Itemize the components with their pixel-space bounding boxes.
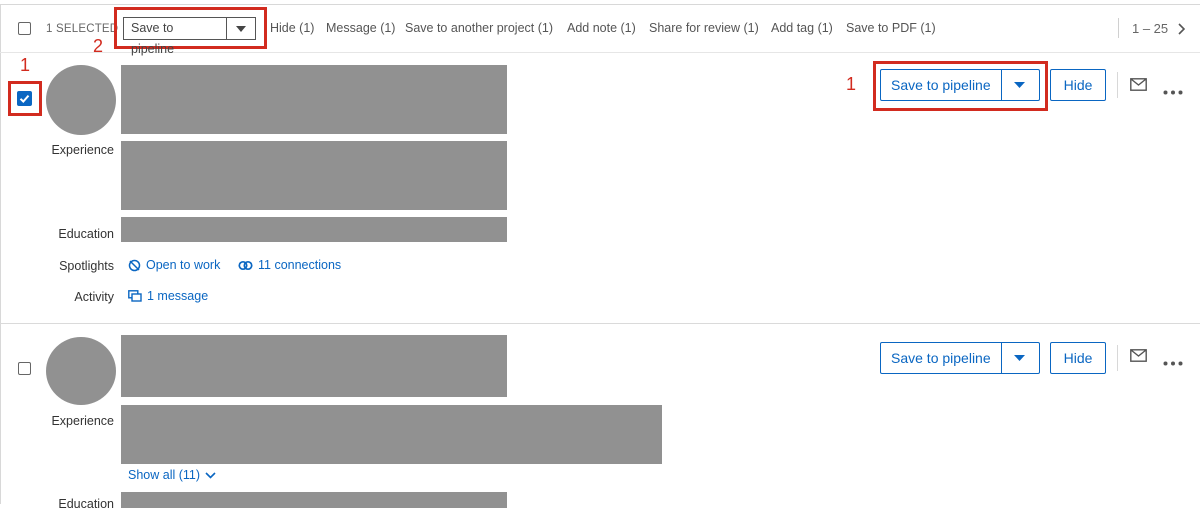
message-activity-label: 1 message bbox=[147, 289, 209, 303]
connections-label: 11 connections bbox=[258, 258, 342, 272]
connections-link[interactable]: 11 connections bbox=[238, 258, 341, 272]
chevron-right-icon bbox=[1178, 23, 1186, 35]
candidate-1-hide-button[interactable]: Hide bbox=[1050, 69, 1106, 101]
pager-range: 1 – 25 bbox=[1132, 21, 1169, 36]
pager-separator bbox=[1118, 18, 1119, 38]
chevron-down-icon bbox=[205, 471, 216, 479]
candidate-1-education-redacted bbox=[121, 217, 507, 242]
candidate-1-spotlights-label: Spotlights bbox=[59, 259, 114, 273]
candidate-2-hide-button[interactable]: Hide bbox=[1050, 342, 1106, 374]
caret-down-icon bbox=[1014, 82, 1026, 88]
toolbar-hide-action[interactable]: Hide (1) bbox=[270, 21, 314, 35]
candidate-1-message-button[interactable] bbox=[1130, 78, 1147, 96]
annotation-number-2: 2 bbox=[93, 36, 104, 56]
candidate-2-education-label: Education bbox=[58, 497, 114, 511]
candidate-1-education-label: Education bbox=[58, 227, 114, 241]
candidate-1-experience-label: Experience bbox=[51, 143, 114, 157]
candidate-2-save-to-pipeline-button[interactable]: Save to pipeline bbox=[881, 343, 1002, 373]
candidate-2-checkbox[interactable] bbox=[18, 362, 31, 375]
candidate-2-more-button[interactable] bbox=[1163, 353, 1183, 371]
next-page-button[interactable] bbox=[1178, 22, 1186, 40]
candidate-2-avatar bbox=[46, 337, 116, 405]
candidate-2-name-redacted bbox=[121, 335, 507, 397]
left-border bbox=[0, 4, 1, 504]
toolbar-save-to-pipeline-split: Save to pipeline bbox=[123, 17, 256, 56]
toolbar-save-dropdown-button[interactable] bbox=[227, 18, 255, 39]
candidate-1-avatar bbox=[46, 65, 116, 135]
candidate-1-save-dropdown-button[interactable] bbox=[1002, 70, 1038, 100]
open-to-work-label: Open to work bbox=[146, 258, 221, 272]
caret-down-icon bbox=[236, 25, 247, 32]
toolbar-add-tag-action[interactable]: Add tag (1) bbox=[771, 21, 833, 35]
candidate-1-experience-redacted bbox=[121, 141, 507, 210]
candidate-1-more-button[interactable] bbox=[1163, 82, 1183, 100]
candidate-1-action-separator bbox=[1117, 72, 1118, 98]
toolbar-message-action[interactable]: Message (1) bbox=[326, 21, 395, 35]
candidate-1-activity-label: Activity bbox=[74, 290, 114, 304]
candidate-1-save-to-pipeline-button[interactable]: Save to pipeline bbox=[881, 70, 1002, 100]
envelope-icon bbox=[1130, 78, 1147, 91]
candidate-1-name-redacted bbox=[121, 65, 507, 134]
toolbar-top-border bbox=[0, 4, 1200, 5]
message-activity-link[interactable]: 1 message bbox=[128, 289, 208, 303]
toolbar-save-to-pdf-action[interactable]: Save to PDF (1) bbox=[846, 21, 936, 35]
toolbar-share-for-review-action[interactable]: Share for review (1) bbox=[649, 21, 759, 35]
open-to-work-icon bbox=[128, 259, 141, 271]
annotation-number-1-right: 1 bbox=[846, 74, 857, 94]
connections-icon bbox=[238, 260, 253, 270]
candidate-2-experience-label: Experience bbox=[51, 414, 114, 428]
toolbar-add-note-action[interactable]: Add note (1) bbox=[567, 21, 636, 35]
show-all-experience-link[interactable]: Show all (11) bbox=[128, 468, 216, 482]
candidate-2-save-dropdown-button[interactable] bbox=[1002, 343, 1038, 373]
annotation-number-1-left: 1 bbox=[20, 55, 31, 75]
show-all-label: Show all (11) bbox=[128, 468, 201, 482]
candidate-2-action-separator bbox=[1117, 345, 1118, 371]
candidate-2-experience-redacted bbox=[121, 405, 662, 464]
toolbar-save-to-pipeline-button[interactable]: Save to pipeline bbox=[124, 18, 228, 56]
select-all-checkbox[interactable] bbox=[18, 22, 31, 35]
toolbar-save-to-another-project-action[interactable]: Save to another project (1) bbox=[405, 21, 553, 35]
card-divider bbox=[0, 323, 1200, 324]
checkmark-icon bbox=[19, 94, 30, 103]
candidate-1-checkbox[interactable] bbox=[17, 91, 32, 106]
selected-count: 1 SELECTED bbox=[46, 23, 119, 35]
candidate-1-save-to-pipeline-split: Save to pipeline bbox=[880, 69, 1040, 101]
message-bubble-icon bbox=[128, 289, 142, 302]
more-options-icon bbox=[1163, 90, 1183, 95]
open-to-work-link[interactable]: Open to work bbox=[128, 258, 220, 272]
candidate-2-education-redacted bbox=[121, 492, 507, 508]
candidate-2-message-button[interactable] bbox=[1130, 349, 1147, 367]
toolbar-bottom-border bbox=[0, 52, 1200, 53]
caret-down-icon bbox=[1014, 355, 1026, 361]
candidate-2-save-to-pipeline-split: Save to pipeline bbox=[880, 342, 1040, 374]
envelope-icon bbox=[1130, 349, 1147, 362]
more-options-icon bbox=[1163, 361, 1183, 366]
